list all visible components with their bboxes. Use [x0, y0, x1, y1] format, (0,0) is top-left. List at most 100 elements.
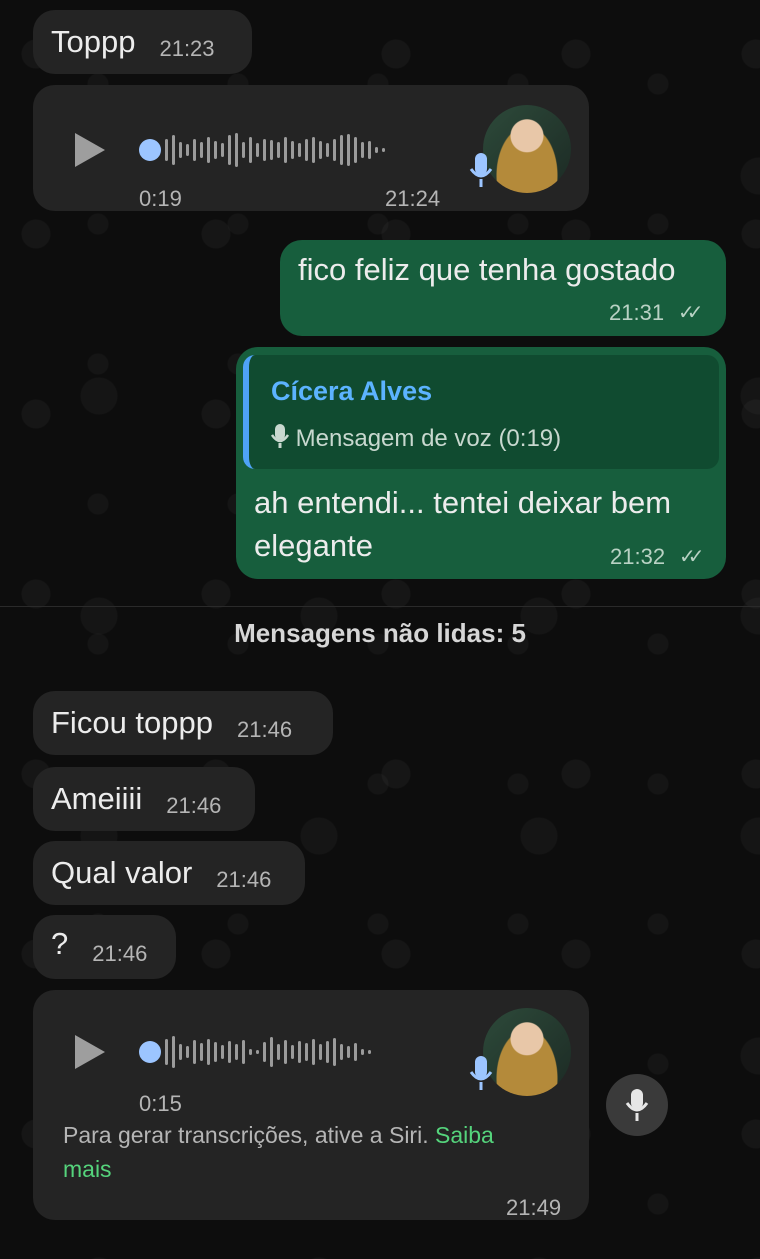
- message-time: 21:32: [610, 544, 666, 569]
- message-text: ?: [51, 926, 69, 961]
- waveform-bar: [319, 1044, 322, 1060]
- waveform-bar: [270, 1037, 273, 1067]
- playback-position-dot[interactable]: [139, 1041, 161, 1063]
- contact-avatar[interactable]: [483, 105, 571, 193]
- waveform-bar: [305, 139, 308, 161]
- waveform-bar: [200, 1043, 203, 1061]
- waveform-bar: [221, 1045, 224, 1059]
- waveform-bar: [193, 139, 196, 161]
- microphone-icon: [469, 151, 493, 202]
- message-bubble-incoming[interactable]: ? 21:46: [33, 915, 176, 979]
- waveform-bar: [228, 135, 231, 165]
- play-icon[interactable]: [75, 133, 105, 167]
- waveform-bar: [179, 1044, 182, 1060]
- waveform-bar: [284, 137, 287, 163]
- quoted-message-text: Mensagem de voz (0:19): [270, 417, 561, 461]
- message-time: 21:46: [216, 867, 272, 892]
- message-text-line1: ah entendi... tentei deixar bem: [254, 485, 672, 520]
- waveform-bar: [263, 139, 266, 161]
- waveform-bar: [368, 141, 371, 159]
- waveform-bar: [340, 1044, 343, 1060]
- transcription-notice: Para gerar transcrições, ative a Siri. S…: [63, 1122, 494, 1182]
- waveform-bar: [242, 1040, 245, 1064]
- waveform-bar: [207, 1039, 210, 1065]
- waveform-bar: [291, 1045, 294, 1059]
- waveform-bar: [172, 1036, 175, 1068]
- waveform-bar: [340, 135, 343, 165]
- waveform-bar: [165, 1039, 168, 1065]
- audio-waveform[interactable]: [165, 1035, 371, 1069]
- play-icon[interactable]: [75, 1035, 105, 1069]
- waveform-bar: [235, 1044, 238, 1060]
- voice-message-bubble[interactable]: 0:19 21:24: [33, 85, 589, 211]
- waveform-bar: [193, 1040, 196, 1064]
- read-receipt-icon: ✓✓: [679, 546, 704, 568]
- waveform-bar: [333, 139, 336, 161]
- waveform-bar: [368, 1050, 371, 1054]
- waveform-bar: [277, 142, 280, 158]
- waveform-bar: [165, 139, 168, 161]
- voice-message-bubble[interactable]: 0:15 Para gerar transcrições, ative a Si…: [33, 990, 589, 1220]
- waveform-bar: [207, 137, 210, 163]
- waveform-bar: [305, 1043, 308, 1061]
- waveform-bar: [361, 1049, 364, 1055]
- unread-divider-line: [0, 606, 760, 607]
- microphone-icon: [625, 1089, 649, 1121]
- message-text: Toppp: [51, 24, 136, 59]
- waveform-bar: [347, 1046, 350, 1058]
- waveform-bar: [375, 147, 378, 153]
- transcribe-button[interactable]: [606, 1074, 668, 1136]
- waveform-bar: [298, 143, 301, 157]
- waveform-bar: [298, 1041, 301, 1063]
- waveform-bar: [277, 1044, 280, 1060]
- waveform-bar: [249, 1049, 252, 1055]
- waveform-bar: [319, 141, 322, 159]
- quoted-message[interactable]: Cícera Alves Mensagem de voz (0:19): [243, 355, 719, 469]
- waveform-bar: [312, 137, 315, 163]
- quoted-sender-name: Cícera Alves: [271, 376, 433, 406]
- message-text-line2: elegante: [254, 528, 373, 563]
- playback-position-dot[interactable]: [139, 139, 161, 161]
- waveform-bar: [270, 140, 273, 160]
- voice-duration: 0:19: [139, 186, 182, 211]
- waveform-bar: [200, 142, 203, 158]
- waveform-bar: [326, 143, 329, 157]
- waveform-bar: [249, 137, 252, 163]
- waveform-bar: [214, 1042, 217, 1062]
- waveform-bar: [186, 144, 189, 156]
- message-text: Ameiiii: [51, 781, 143, 816]
- audio-waveform[interactable]: [165, 133, 385, 167]
- message-bubble-incoming[interactable]: Qual valor 21:46: [33, 841, 305, 905]
- waveform-bar: [186, 1046, 189, 1058]
- message-time: 21:49: [506, 1195, 562, 1220]
- message-bubble-outgoing[interactable]: fico feliz que tenha gostado 21:31 ✓✓: [280, 240, 726, 336]
- message-time: 21:24: [385, 186, 441, 211]
- waveform-bar: [354, 1043, 357, 1061]
- message-time: 21:31: [609, 300, 665, 325]
- message-bubble-incoming[interactable]: Toppp 21:23: [33, 10, 252, 74]
- waveform-bar: [214, 141, 217, 159]
- waveform-bar: [179, 142, 182, 158]
- waveform-bar: [221, 143, 224, 157]
- waveform-bar: [242, 142, 245, 158]
- waveform-bar: [382, 148, 385, 152]
- message-bubble-incoming[interactable]: Ameiiii 21:46: [33, 767, 255, 831]
- waveform-bar: [361, 142, 364, 158]
- unread-messages-divider: Mensagens não lidas: 5: [234, 618, 526, 648]
- waveform-bar: [326, 1041, 329, 1063]
- message-text: fico feliz que tenha gostado: [298, 252, 676, 287]
- microphone-icon: [270, 424, 290, 448]
- contact-avatar[interactable]: [483, 1008, 571, 1096]
- read-receipt-icon: ✓✓: [678, 302, 703, 324]
- waveform-bar: [347, 134, 350, 166]
- waveform-bar: [228, 1041, 231, 1063]
- message-bubble-incoming[interactable]: Ficou toppp 21:46: [33, 691, 333, 755]
- microphone-icon: [469, 1054, 493, 1105]
- waveform-bar: [312, 1039, 315, 1065]
- message-time: 21:46: [237, 717, 293, 742]
- message-time: 21:46: [92, 941, 148, 966]
- reply-message-bubble[interactable]: Cícera Alves Mensagem de voz (0:19) ah e…: [236, 347, 726, 579]
- waveform-bar: [172, 135, 175, 165]
- message-time: 21:23: [159, 36, 215, 61]
- message-time: 21:46: [166, 793, 222, 818]
